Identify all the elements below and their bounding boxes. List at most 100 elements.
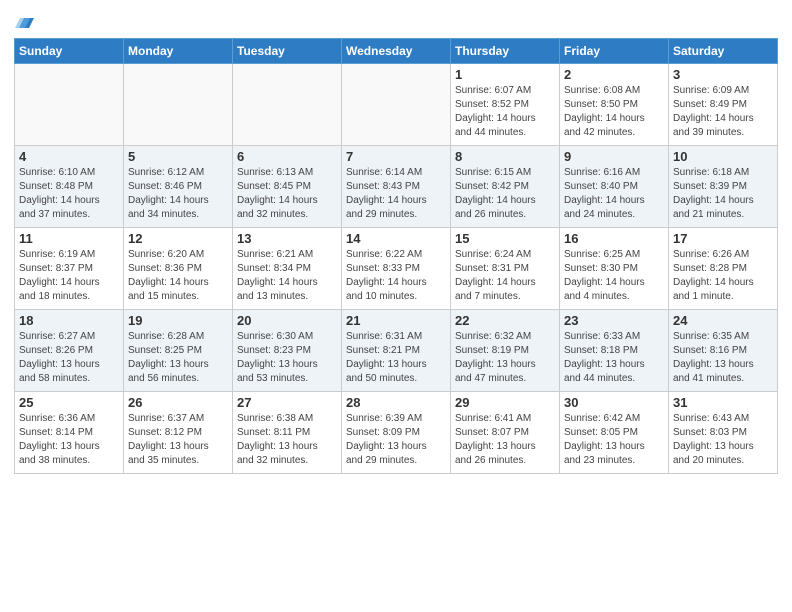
calendar-cell: 31Sunrise: 6:43 AM Sunset: 8:03 PM Dayli…	[669, 392, 778, 474]
weekday-header-row: SundayMondayTuesdayWednesdayThursdayFrid…	[15, 39, 778, 64]
calendar-cell: 20Sunrise: 6:30 AM Sunset: 8:23 PM Dayli…	[233, 310, 342, 392]
calendar-cell: 12 Sunrise: 6:20 AM Sunset: 8:36 PM Dayli…	[124, 228, 233, 310]
calendar-cell: 2 Sunrise: 6:08 AM Sunset: 8:50 PM Daylig…	[560, 64, 669, 146]
day-number: 27	[237, 395, 337, 410]
day-info: Sunrise: 6:27 AM Sunset: 8:26 PM Dayligh…	[19, 330, 119, 386]
day-info: Sunrise: 6:15 AM Sunset: 8:42 PM Dayligh…	[455, 166, 555, 222]
day-info: Sunrise: 6:24 AM Sunset: 8:31 PM Dayligh…	[455, 248, 555, 304]
page-container: SundayMondayTuesdayWednesdayThursdayFrid…	[0, 0, 792, 612]
calendar-week-row: 11 Sunrise: 6:19 AM Sunset: 8:37 PM Dayli…	[15, 228, 778, 310]
day-info: Sunrise: 6:33 AM Sunset: 8:18 PM Dayligh…	[564, 330, 664, 386]
day-info: Sunrise: 6:39 AM Sunset: 8:09 PM Dayligh…	[346, 412, 446, 468]
calendar-cell: 6 Sunrise: 6:13 AM Sunset: 8:45 PM Daylig…	[233, 146, 342, 228]
calendar-cell: 16 Sunrise: 6:25 AM Sunset: 8:30 PM Dayli…	[560, 228, 669, 310]
calendar-cell	[233, 64, 342, 146]
calendar-cell: 3 Sunrise: 6:09 AM Sunset: 8:49 PM Daylig…	[669, 64, 778, 146]
day-number: 16	[564, 231, 664, 246]
calendar-cell: 19 Sunrise: 6:28 AM Sunset: 8:25 PM Dayli…	[124, 310, 233, 392]
day-number: 15	[455, 231, 555, 246]
calendar-cell	[124, 64, 233, 146]
calendar-cell: 22 Sunrise: 6:32 AM Sunset: 8:19 PM Dayli…	[451, 310, 560, 392]
calendar-week-row: 18 Sunrise: 6:27 AM Sunset: 8:26 PM Dayli…	[15, 310, 778, 392]
calendar-cell: 26 Sunrise: 6:37 AM Sunset: 8:12 PM Dayli…	[124, 392, 233, 474]
day-info: Sunrise: 6:18 AM Sunset: 8:39 PM Dayligh…	[673, 166, 773, 222]
day-info: Sunrise: 6:37 AM Sunset: 8:12 PM Dayligh…	[128, 412, 228, 468]
day-info: Sunrise: 6:07 AM Sunset: 8:52 PM Dayligh…	[455, 84, 555, 140]
calendar-cell: 21 Sunrise: 6:31 AM Sunset: 8:21 PM Dayli…	[342, 310, 451, 392]
day-info: Sunrise: 6:35 AM Sunset: 8:16 PM Dayligh…	[673, 330, 773, 386]
calendar-cell: 25Sunrise: 6:36 AM Sunset: 8:14 PM Dayli…	[15, 392, 124, 474]
calendar-cell: 10 Sunrise: 6:18 AM Sunset: 8:39 PM Dayli…	[669, 146, 778, 228]
calendar-cell: 23 Sunrise: 6:33 AM Sunset: 8:18 PM Dayli…	[560, 310, 669, 392]
day-info: Sunrise: 6:25 AM Sunset: 8:30 PM Dayligh…	[564, 248, 664, 304]
day-number: 19	[128, 313, 228, 328]
day-info: Sunrise: 6:09 AM Sunset: 8:49 PM Dayligh…	[673, 84, 773, 140]
day-info: Sunrise: 6:30 AM Sunset: 8:23 PM Dayligh…	[237, 330, 337, 386]
header	[14, 10, 778, 30]
calendar-week-row: 1 Sunrise: 6:07 AM Sunset: 8:52 PM Daylig…	[15, 64, 778, 146]
calendar-cell: 8 Sunrise: 6:15 AM Sunset: 8:42 PM Daylig…	[451, 146, 560, 228]
day-number: 7	[346, 149, 446, 164]
day-info: Sunrise: 6:10 AM Sunset: 8:48 PM Dayligh…	[19, 166, 119, 222]
day-info: Sunrise: 6:41 AM Sunset: 8:07 PM Dayligh…	[455, 412, 555, 468]
day-number: 4	[19, 149, 119, 164]
weekday-header: Thursday	[451, 39, 560, 64]
weekday-header: Friday	[560, 39, 669, 64]
day-number: 12	[128, 231, 228, 246]
logo-icon	[15, 10, 37, 32]
day-number: 30	[564, 395, 664, 410]
calendar-cell: 5 Sunrise: 6:12 AM Sunset: 8:46 PM Daylig…	[124, 146, 233, 228]
day-info: Sunrise: 6:26 AM Sunset: 8:28 PM Dayligh…	[673, 248, 773, 304]
day-info: Sunrise: 6:14 AM Sunset: 8:43 PM Dayligh…	[346, 166, 446, 222]
logo	[14, 10, 37, 30]
day-info: Sunrise: 6:31 AM Sunset: 8:21 PM Dayligh…	[346, 330, 446, 386]
day-info: Sunrise: 6:13 AM Sunset: 8:45 PM Dayligh…	[237, 166, 337, 222]
day-number: 10	[673, 149, 773, 164]
day-info: Sunrise: 6:38 AM Sunset: 8:11 PM Dayligh…	[237, 412, 337, 468]
calendar-cell: 9Sunrise: 6:16 AM Sunset: 8:40 PM Daylig…	[560, 146, 669, 228]
calendar-cell: 1 Sunrise: 6:07 AM Sunset: 8:52 PM Daylig…	[451, 64, 560, 146]
day-number: 5	[128, 149, 228, 164]
calendar-cell: 18 Sunrise: 6:27 AM Sunset: 8:26 PM Dayli…	[15, 310, 124, 392]
day-number: 8	[455, 149, 555, 164]
day-info: Sunrise: 6:22 AM Sunset: 8:33 PM Dayligh…	[346, 248, 446, 304]
day-number: 14	[346, 231, 446, 246]
day-number: 17	[673, 231, 773, 246]
day-number: 3	[673, 67, 773, 82]
day-number: 21	[346, 313, 446, 328]
day-info: Sunrise: 6:20 AM Sunset: 8:36 PM Dayligh…	[128, 248, 228, 304]
day-number: 2	[564, 67, 664, 82]
weekday-header: Monday	[124, 39, 233, 64]
day-number: 24	[673, 313, 773, 328]
day-number: 6	[237, 149, 337, 164]
weekday-header: Tuesday	[233, 39, 342, 64]
day-info: Sunrise: 6:43 AM Sunset: 8:03 PM Dayligh…	[673, 412, 773, 468]
day-number: 18	[19, 313, 119, 328]
day-number: 28	[346, 395, 446, 410]
calendar-cell: 28 Sunrise: 6:39 AM Sunset: 8:09 PM Dayli…	[342, 392, 451, 474]
day-info: Sunrise: 6:12 AM Sunset: 8:46 PM Dayligh…	[128, 166, 228, 222]
calendar-cell: 24 Sunrise: 6:35 AM Sunset: 8:16 PM Dayli…	[669, 310, 778, 392]
day-number: 26	[128, 395, 228, 410]
calendar-table: SundayMondayTuesdayWednesdayThursdayFrid…	[14, 38, 778, 474]
day-info: Sunrise: 6:21 AM Sunset: 8:34 PM Dayligh…	[237, 248, 337, 304]
day-info: Sunrise: 6:19 AM Sunset: 8:37 PM Dayligh…	[19, 248, 119, 304]
day-number: 23	[564, 313, 664, 328]
day-number: 1	[455, 67, 555, 82]
calendar-cell: 14 Sunrise: 6:22 AM Sunset: 8:33 PM Dayli…	[342, 228, 451, 310]
day-number: 29	[455, 395, 555, 410]
day-number: 11	[19, 231, 119, 246]
calendar-cell: 7 Sunrise: 6:14 AM Sunset: 8:43 PM Daylig…	[342, 146, 451, 228]
day-info: Sunrise: 6:28 AM Sunset: 8:25 PM Dayligh…	[128, 330, 228, 386]
day-number: 22	[455, 313, 555, 328]
day-info: Sunrise: 6:32 AM Sunset: 8:19 PM Dayligh…	[455, 330, 555, 386]
calendar-cell: 13Sunrise: 6:21 AM Sunset: 8:34 PM Dayli…	[233, 228, 342, 310]
day-info: Sunrise: 6:08 AM Sunset: 8:50 PM Dayligh…	[564, 84, 664, 140]
calendar-cell: 30 Sunrise: 6:42 AM Sunset: 8:05 PM Dayli…	[560, 392, 669, 474]
calendar-cell: 4 Sunrise: 6:10 AM Sunset: 8:48 PM Daylig…	[15, 146, 124, 228]
weekday-header: Saturday	[669, 39, 778, 64]
day-number: 9	[564, 149, 664, 164]
day-info: Sunrise: 6:36 AM Sunset: 8:14 PM Dayligh…	[19, 412, 119, 468]
calendar-cell: 11 Sunrise: 6:19 AM Sunset: 8:37 PM Dayli…	[15, 228, 124, 310]
day-info: Sunrise: 6:42 AM Sunset: 8:05 PM Dayligh…	[564, 412, 664, 468]
